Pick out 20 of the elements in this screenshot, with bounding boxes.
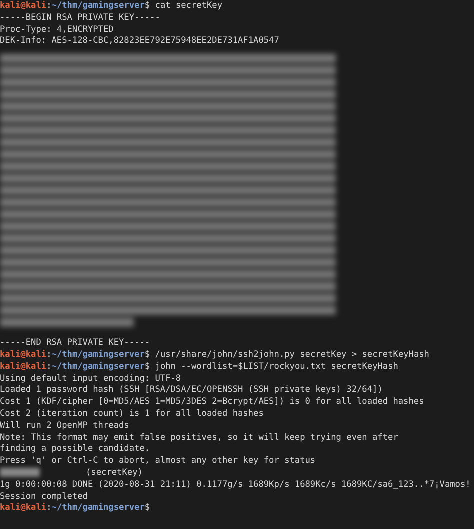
output-line: DEK-Info: AES-128-CBC,82823EE792E75948EE2DE731AF1A0547 <box>0 36 280 48</box>
output-line: Will run 2 OpenMP threads <box>0 420 130 433</box>
output-line: Press 'q' or Ctrl-C to abort, almost any other key for status <box>0 456 317 468</box>
output-line: Cost 1 (KDF/cipher [0=MD5/AES 1=MD5/3DES 2=Bcrypt/AES]) is 0 for all loaded hashes <box>0 397 426 409</box>
output-line: -----END RSA PRIVATE KEY----- <box>0 338 152 350</box>
prompt-line: kali@kali:~/thm/gamingserver$ cat secretKey <box>0 1 224 13</box>
output-line: Using default input encoding: UTF-8 <box>0 374 182 386</box>
prompt-line: kali@kali:~/thm/gamingserver$ john --wordlist=$LIST/rockyou.txt secretKeyHash <box>0 362 400 374</box>
output-line: Note: This format may emit false positives, so it will keep trying even after <box>0 432 400 444</box>
output-line: (secretKey) <box>86 468 143 478</box>
output-line: -----BEGIN RSA PRIVATE KEY----- <box>0 12 162 25</box>
output-line: finding a possible candidate. <box>0 444 152 456</box>
output-line: 1g 0:00:00:08 DONE (2020-08-31 21:11) 0.1177g/s 1689Kp/s 1689Kc/s 1689KC/sa6_123..*7¡Vamos! <box>0 480 472 492</box>
output-line: Session completed <box>0 492 89 503</box>
prompt-line: kali@kali:~/thm/gamingserver$ <box>0 503 152 516</box>
redacted-password <box>0 468 40 478</box>
prompt-line: kali@kali:~/thm/gamingserver$ /usr/share/john/ssh2john.py secretKey > secretKeyHash <box>0 350 430 362</box>
output-line: Cost 2 (iteration count) is 1 for all loaded hashes <box>0 408 265 421</box>
output-line: Loaded 1 password hash (SSH [RSA/DSA/EC/OPENSSH (SSH private keys) 32/64]) <box>0 385 384 397</box>
output-line: Proc-Type: 4,ENCRYPTED <box>0 24 115 36</box>
